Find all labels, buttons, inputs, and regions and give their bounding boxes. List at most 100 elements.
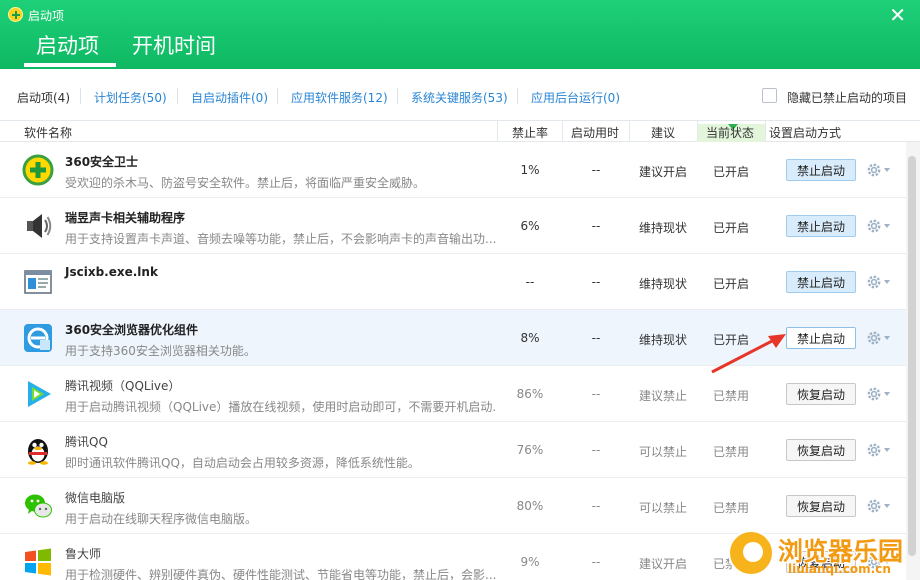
scrollbar-thumb[interactable]: [908, 156, 916, 556]
current-state: 已禁用: [712, 445, 749, 459]
item-name: 腾讯视频（QQLive）: [65, 379, 181, 393]
startup-time: --: [591, 219, 601, 233]
window-title: 启动项: [28, 9, 65, 23]
gear-dropdown-icon[interactable]: [866, 274, 892, 290]
site-watermark: 浏览器乐园 liulanqi.com.cn: [728, 526, 918, 580]
current-state: 已开启: [712, 277, 749, 291]
col-divider: [765, 121, 766, 141]
divider: [277, 88, 278, 104]
tab-startup-items[interactable]: 启动项: [36, 30, 99, 60]
col-header-suggest[interactable]: 建议: [651, 124, 675, 141]
360-safe-icon: [22, 154, 54, 186]
startup-time: --: [591, 555, 601, 569]
startup-time: --: [591, 499, 601, 513]
suggestion: 可以禁止: [638, 445, 687, 459]
col-divider: [629, 121, 630, 141]
col-divider: [562, 121, 563, 141]
title-bar: 启动项 ✕ 启动项 开机时间: [0, 0, 920, 69]
item-name: 360安全卫士: [65, 155, 139, 169]
startup-time: --: [591, 331, 601, 345]
col-header-action: 设置启动方式: [769, 126, 842, 140]
item-description: 用于启动在线聊天程序微信电脑版。: [65, 512, 258, 526]
disable-startup-button[interactable]: 禁止启动: [786, 327, 856, 349]
col-header-state[interactable]: 当前状态: [706, 124, 754, 141]
watermark-logo-icon: [728, 530, 774, 576]
disable-startup-button[interactable]: 禁止启动: [786, 271, 856, 293]
360-browser-icon: [24, 324, 52, 352]
item-description: 用于检测硬件、辨别硬件真伪、硬件性能测试、节能省电等功能，禁止后，会影...: [65, 568, 497, 580]
suggestion: 维持现状: [638, 221, 687, 235]
item-name: Jscixb.exe.lnk: [65, 265, 158, 279]
startup-list: 360安全卫士 受欢迎的杀木马、防盗号安全软件。禁止后，将面临严重安全威胁。 1…: [0, 142, 906, 580]
list-item[interactable]: Jscixb.exe.lnk -- -- 维持现状 已开启 禁止启动: [0, 254, 906, 310]
suggestion: 可以禁止: [638, 501, 687, 515]
subtab-system-services[interactable]: 系统关键服务(53): [411, 89, 508, 106]
startup-time: --: [591, 163, 601, 177]
list-item[interactable]: 360安全浏览器优化组件 用于支持360安全浏览器相关功能。 8% -- 维持现…: [0, 310, 906, 366]
disable-rate: 1%: [520, 163, 540, 177]
suggestion: 建议开启: [638, 557, 687, 571]
disable-rate: 86%: [516, 387, 544, 401]
speaker-icon: [27, 214, 52, 238]
subtab-scheduled-tasks[interactable]: 计划任务(50): [94, 89, 167, 106]
qq-penguin-icon: [28, 439, 48, 465]
item-name: 微信电脑版: [65, 491, 126, 505]
subtab-background-apps[interactable]: 应用后台运行(0): [531, 89, 620, 106]
subtab-app-services[interactable]: 应用软件服务(12): [291, 89, 388, 106]
app-logo-icon: [8, 7, 23, 22]
wechat-icon: [25, 494, 52, 518]
tab-boot-time[interactable]: 开机时间: [132, 30, 216, 60]
disable-startup-button[interactable]: 禁止启动: [786, 159, 856, 181]
close-button[interactable]: ✕: [889, 5, 906, 25]
col-header-name[interactable]: 软件名称: [24, 124, 72, 141]
col-divider: [697, 121, 698, 141]
col-header-rate[interactable]: 禁止率: [512, 124, 548, 141]
suggestion: 建议开启: [638, 165, 687, 179]
subtab-autostart-plugins[interactable]: 自启动插件(0): [191, 89, 268, 106]
disable-rate: 9%: [520, 555, 540, 569]
item-description: 用于支持360安全浏览器相关功能。: [65, 344, 256, 358]
gear-dropdown-icon[interactable]: [866, 442, 892, 458]
disable-rate: 6%: [520, 219, 540, 233]
restore-startup-button[interactable]: 恢复启动: [786, 383, 856, 405]
suggestion: 建议禁止: [638, 389, 687, 403]
disable-rate: 76%: [516, 443, 544, 457]
current-state: 已禁用: [712, 389, 749, 403]
divider: [177, 88, 178, 104]
divider: [80, 88, 81, 104]
list-item[interactable]: 腾讯QQ 即时通讯软件腾讯QQ，自动启动会占用较多资源，降低系统性能。 76% …: [0, 422, 906, 478]
current-state: 已开启: [712, 221, 749, 235]
gear-dropdown-icon[interactable]: [866, 162, 892, 178]
list-item[interactable]: 瑞昱声卡相关辅助程序 用于支持设置声卡声道、音频去噪等功能，禁止后，不会影响声卡…: [0, 198, 906, 254]
item-name: 鲁大师: [65, 547, 102, 561]
disable-rate: 80%: [516, 499, 544, 513]
current-state: 已开启: [712, 165, 749, 179]
startup-time: --: [591, 275, 601, 289]
subtab-startup[interactable]: 启动项(4): [17, 89, 70, 106]
restore-startup-button[interactable]: 恢复启动: [786, 439, 856, 461]
gear-dropdown-icon[interactable]: [866, 498, 892, 514]
hide-disabled-label: 隐藏已禁止启动的项目: [787, 91, 908, 105]
disable-startup-button[interactable]: 恢复启动: [786, 495, 856, 517]
item-name: 瑞昱声卡相关辅助程序: [65, 211, 186, 225]
hide-disabled-checkbox[interactable]: [762, 88, 777, 103]
divider: [517, 88, 518, 104]
windows-logo-icon: [25, 548, 51, 576]
gear-dropdown-icon[interactable]: [866, 386, 892, 402]
gear-dropdown-icon[interactable]: [866, 330, 892, 346]
item-name: 360安全浏览器优化组件: [65, 323, 199, 337]
disable-startup-button[interactable]: 禁止启动: [786, 215, 856, 237]
current-state: 已禁用: [712, 501, 749, 515]
list-item[interactable]: 360安全卫士 受欢迎的杀木马、防盗号安全软件。禁止后，将面临严重安全威胁。 1…: [0, 142, 906, 198]
item-name: 腾讯QQ: [65, 435, 108, 449]
current-state: 已开启: [712, 333, 749, 347]
list-item[interactable]: 腾讯视频（QQLive） 用于启动腾讯视频（QQLive）播放在线视频，使用时启…: [0, 366, 906, 422]
col-header-time[interactable]: 启动用时: [571, 124, 619, 141]
gear-dropdown-icon[interactable]: [866, 218, 892, 234]
watermark-url: liulanqi.com.cn: [788, 562, 891, 576]
table-header: 软件名称 禁止率 启动用时 建议 当前状态 设置启动方式: [0, 120, 920, 144]
item-description: 用于支持设置声卡声道、音频去噪等功能，禁止后，不会影响声卡的声音输出功...: [65, 232, 497, 246]
suggestion: 维持现状: [638, 333, 687, 347]
disable-rate: 8%: [520, 331, 540, 345]
sub-tab-bar: 启动项(4) 计划任务(50) 自启动插件(0) 应用软件服务(12) 系统关键…: [0, 69, 920, 121]
